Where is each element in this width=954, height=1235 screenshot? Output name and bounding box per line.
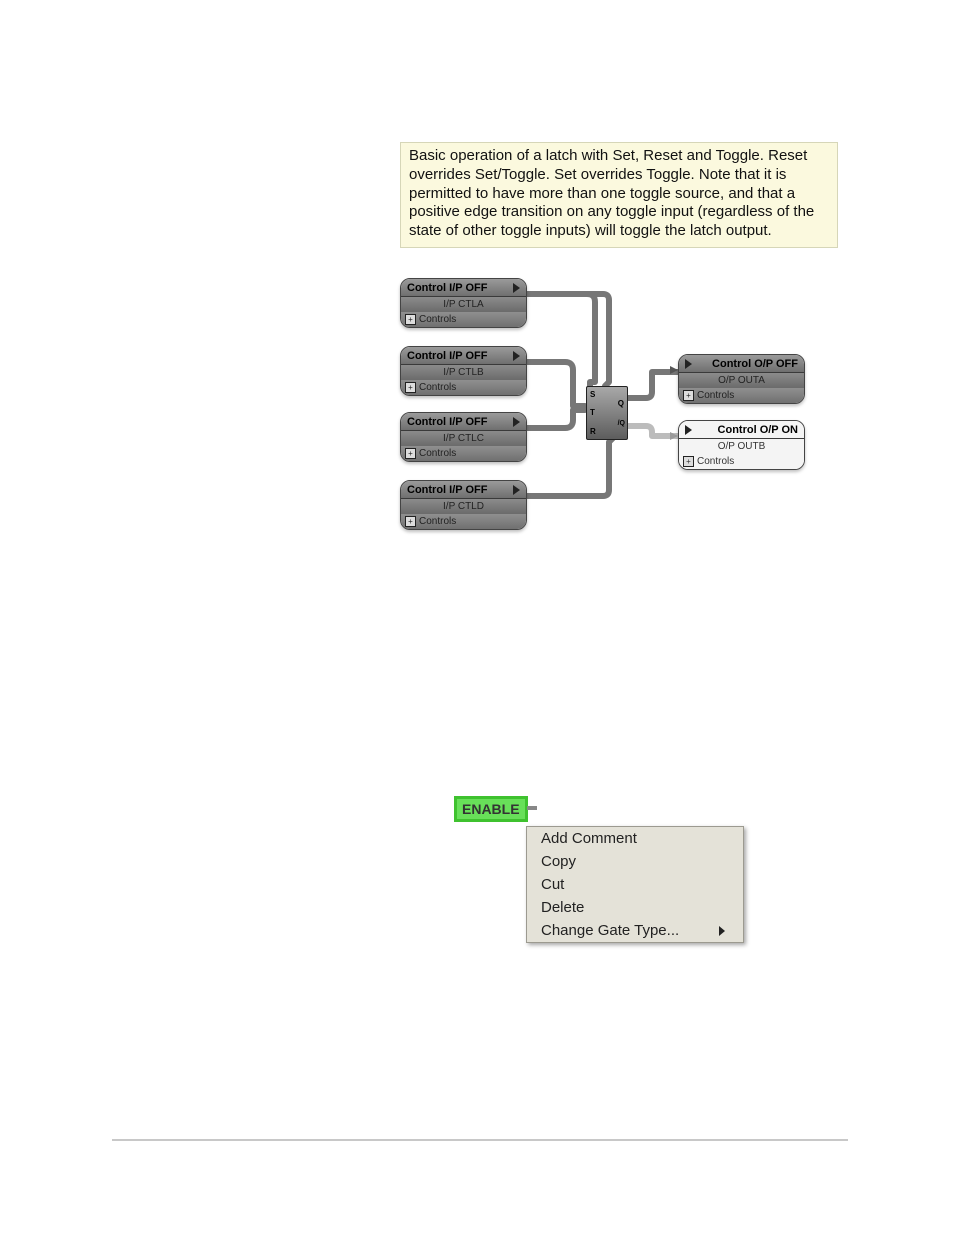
- block-sub: O/P OUTB: [679, 439, 804, 454]
- menu-item-label: Cut: [541, 876, 564, 893]
- pin-q: Q: [618, 399, 624, 408]
- expand-icon[interactable]: +: [405, 448, 416, 459]
- output-arrow-icon: [513, 417, 520, 427]
- submenu-arrow-icon: [719, 926, 725, 936]
- block-sub: I/P CTLC: [401, 431, 526, 446]
- expand-icon[interactable]: +: [405, 516, 416, 527]
- controls-label: Controls: [419, 448, 456, 459]
- menu-item-change-gate-type[interactable]: Change Gate Type...: [527, 919, 743, 942]
- block-output-outb[interactable]: Control O/P ON O/P OUTB +Controls: [678, 420, 805, 470]
- description-note: Basic operation of a latch with Set, Res…: [400, 142, 838, 248]
- gate-context-figure: ENABLE Add Comment Copy Cut Delete Chang…: [454, 788, 754, 978]
- expand-icon[interactable]: +: [405, 314, 416, 325]
- latch-gate[interactable]: S T R Q /Q: [586, 386, 628, 440]
- input-arrow-icon: [685, 425, 692, 435]
- controls-label: Controls: [419, 516, 456, 527]
- latch-diagram: Control I/P OFF I/P CTLA +Controls Contr…: [400, 278, 824, 558]
- output-arrow-icon: [513, 485, 520, 495]
- block-title: Control I/P OFF: [407, 416, 487, 428]
- block-input-ctla[interactable]: Control I/P OFF I/P CTLA +Controls: [400, 278, 527, 328]
- enable-gate[interactable]: ENABLE: [454, 796, 528, 822]
- block-output-outa[interactable]: Control O/P OFF O/P OUTA +Controls: [678, 354, 805, 404]
- block-sub: I/P CTLD: [401, 499, 526, 514]
- menu-item-copy[interactable]: Copy: [527, 850, 743, 873]
- page-footer-rule: [112, 1139, 848, 1141]
- block-title: Control I/P OFF: [407, 350, 487, 362]
- menu-item-cut[interactable]: Cut: [527, 873, 743, 896]
- pin-s: S: [590, 390, 595, 399]
- menu-item-label: Change Gate Type...: [541, 922, 679, 939]
- block-input-ctlb[interactable]: Control I/P OFF I/P CTLB +Controls: [400, 346, 527, 396]
- output-arrow-icon: [513, 283, 520, 293]
- output-arrow-icon: [513, 351, 520, 361]
- menu-item-label: Copy: [541, 853, 576, 870]
- expand-icon[interactable]: +: [405, 382, 416, 393]
- expand-icon[interactable]: +: [683, 390, 694, 401]
- block-title: Control I/P OFF: [407, 282, 487, 294]
- block-sub: O/P OUTA: [679, 373, 804, 388]
- block-sub: I/P CTLB: [401, 365, 526, 380]
- block-input-ctlc[interactable]: Control I/P OFF I/P CTLC +Controls: [400, 412, 527, 462]
- menu-item-delete[interactable]: Delete: [527, 896, 743, 919]
- controls-label: Controls: [697, 390, 734, 401]
- block-title: Control O/P OFF: [712, 358, 798, 370]
- controls-label: Controls: [419, 382, 456, 393]
- block-title: Control I/P OFF: [407, 484, 487, 496]
- menu-item-label: Delete: [541, 899, 584, 916]
- pin-t: T: [590, 408, 595, 417]
- menu-item-add-comment[interactable]: Add Comment: [527, 827, 743, 850]
- controls-label: Controls: [419, 314, 456, 325]
- menu-item-label: Add Comment: [541, 830, 637, 847]
- input-arrow-icon: [685, 359, 692, 369]
- context-menu: Add Comment Copy Cut Delete Change Gate …: [526, 826, 744, 943]
- block-title: Control O/P ON: [718, 424, 798, 436]
- block-input-ctld[interactable]: Control I/P OFF I/P CTLD +Controls: [400, 480, 527, 530]
- pin-r: R: [590, 427, 596, 436]
- controls-label: Controls: [697, 456, 734, 467]
- pin-nq: /Q: [618, 420, 625, 427]
- block-sub: I/P CTLA: [401, 297, 526, 312]
- expand-icon[interactable]: +: [683, 456, 694, 467]
- gate-output-pin: [527, 806, 537, 810]
